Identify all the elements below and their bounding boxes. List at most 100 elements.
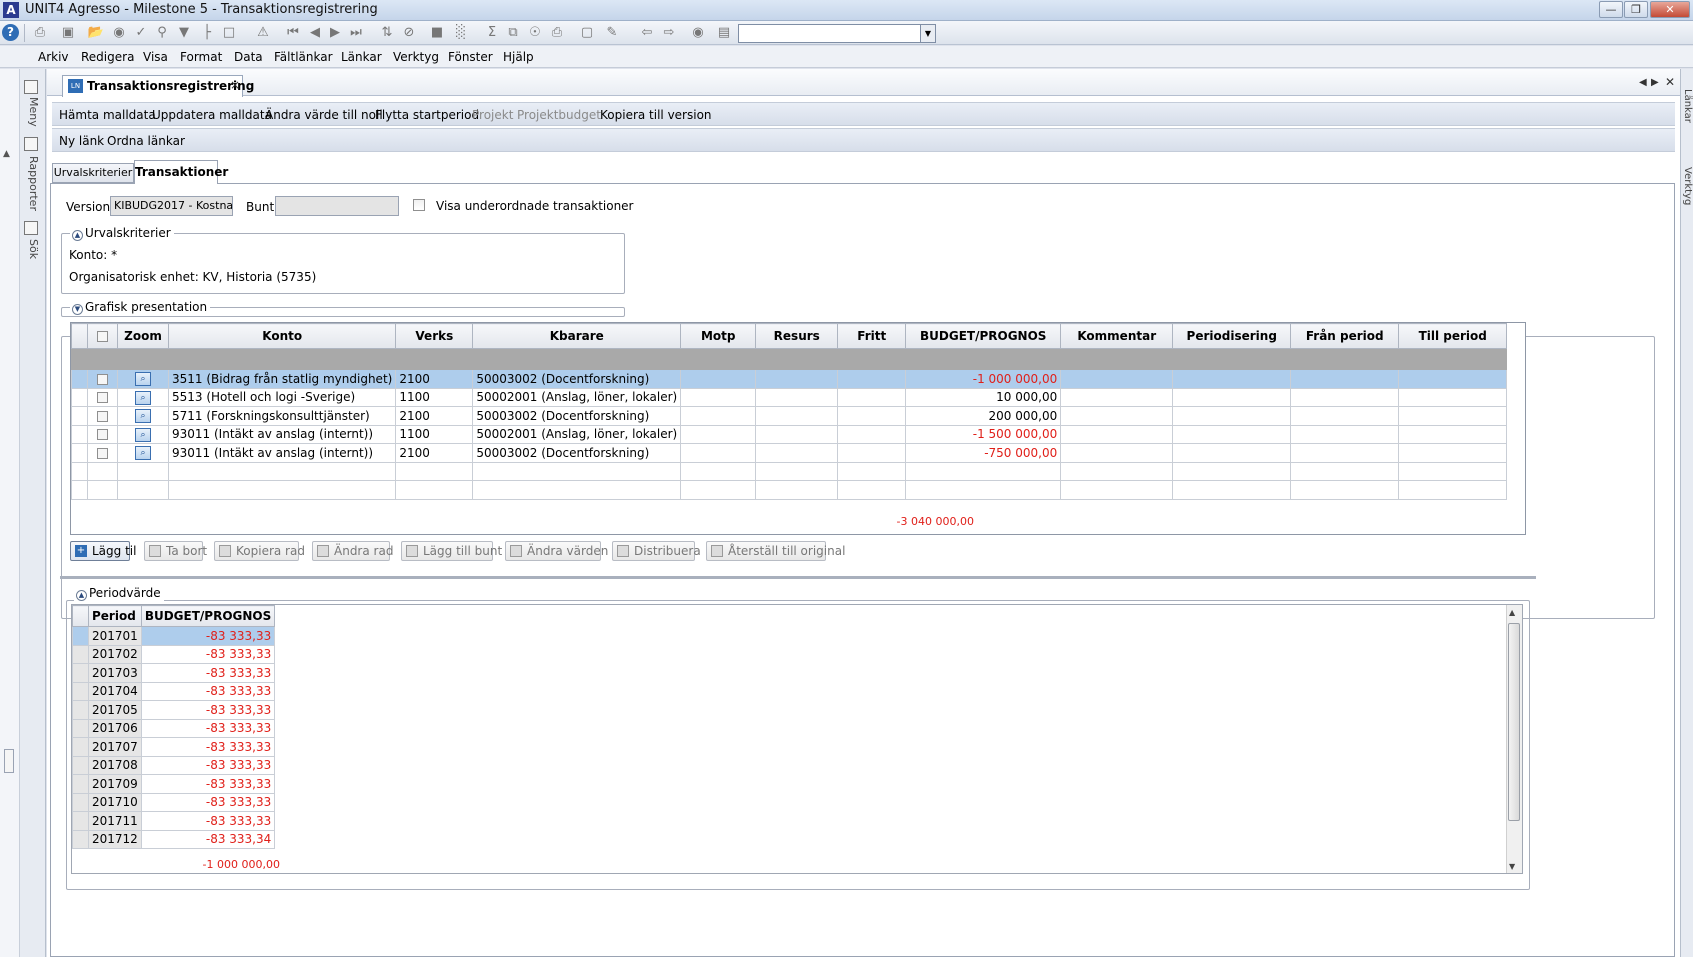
action-flytta-startperiod[interactable]: Flytta startperiod <box>375 108 479 122</box>
col-verks[interactable]: Verks <box>395 323 474 349</box>
version-field[interactable]: KIBUDG2017 - Kostna <box>110 196 233 216</box>
konto-cell[interactable]: 5513 (Hotell och logi -Sverige) <box>167 387 397 407</box>
menu-visa[interactable]: Visa <box>143 50 168 64</box>
row-header[interactable] <box>71 406 88 426</box>
menu-format[interactable]: Format <box>180 50 222 64</box>
konto-cell[interactable]: 93011 (Intäkt av anslag (internt)) <box>167 443 397 463</box>
search-icon[interactable]: ⚲ <box>153 24 171 42</box>
help-icon[interactable]: ? <box>2 24 19 41</box>
table-row[interactable]: ⌕ 5513 (Hotell och logi -Sverige) 1100 5000… <box>71 387 1508 407</box>
zoom-cell[interactable]: ⌕ <box>117 424 169 444</box>
period-row-header[interactable] <box>72 829 89 849</box>
side-tab-lankar[interactable]: Länkar <box>1681 89 1693 123</box>
printer2-icon[interactable]: ⎙ <box>548 24 566 42</box>
select-all-checkbox-cell[interactable] <box>87 323 118 349</box>
col-periodisering[interactable]: Periodisering <box>1172 323 1292 349</box>
action-kopiera-till-version[interactable]: Kopiera till version <box>600 108 712 122</box>
side-tab-sok[interactable]: Sök <box>22 239 40 259</box>
kbarare-cell[interactable]: 50003002 (Docentforskning) <box>472 443 682 463</box>
tree-icon[interactable]: ├ <box>198 24 216 42</box>
period-value-cell[interactable]: -83 333,33 <box>140 755 276 775</box>
period-value-cell[interactable]: -83 333,34 <box>140 829 276 849</box>
period-row-header[interactable] <box>72 644 89 664</box>
fritt-cell[interactable] <box>837 443 907 463</box>
empty-cell[interactable] <box>472 480 682 500</box>
zoom-icon[interactable]: ⌕ <box>135 446 151 460</box>
col-kommentar[interactable]: Kommentar <box>1060 323 1174 349</box>
period-row-header[interactable] <box>72 774 89 794</box>
empty-cell[interactable] <box>837 480 907 500</box>
action-projektbudget[interactable]: Projektbudget <box>517 108 601 122</box>
period-value-cell[interactable]: -83 333,33 <box>140 774 276 794</box>
period-row-header[interactable] <box>72 681 89 701</box>
side-tab-rapporter[interactable]: Rapporter <box>22 156 40 211</box>
row-checkbox-cell[interactable] <box>87 443 118 463</box>
period-row-header[interactable] <box>72 755 89 775</box>
period-value-cell[interactable]: -83 333,33 <box>140 663 276 683</box>
next-icon[interactable]: ▶ <box>326 24 344 42</box>
toolbar-combo[interactable]: ▼ <box>738 24 936 43</box>
table-row[interactable]: ⌕ 3511 (Bidrag från statlig myndighet) 210… <box>71 369 1508 389</box>
show-sub-transactions-checkbox[interactable] <box>413 199 425 211</box>
action-ordna-lankar[interactable]: Ordna länkar <box>107 134 185 148</box>
scrollbar-thumb[interactable] <box>1508 623 1520 821</box>
period-row-header[interactable] <box>72 811 89 831</box>
till-period-cell[interactable] <box>1398 424 1508 444</box>
empty-cell[interactable] <box>167 480 397 500</box>
kbarare-cell[interactable]: 50003002 (Docentforskning) <box>472 369 682 389</box>
zoom-icon[interactable]: ⌕ <box>135 390 151 405</box>
record-stop-icon[interactable]: ■ <box>428 24 446 42</box>
fran-period-cell[interactable] <box>1290 424 1400 444</box>
period-row[interactable]: 201702 -83 333,33 <box>72 644 276 664</box>
restore-icon[interactable]: ❐ <box>1624 1 1648 18</box>
period-row[interactable]: 201712 -83 333,34 <box>72 829 276 849</box>
motp-cell[interactable] <box>680 443 757 463</box>
search-panel-icon[interactable] <box>24 221 38 235</box>
menu-hjalp[interactable]: Hjälp <box>503 50 534 64</box>
add-batch-button[interactable]: Lägg till bunt <box>401 541 502 561</box>
empty-cell[interactable] <box>472 461 682 481</box>
motp-cell[interactable] <box>680 406 757 426</box>
col-till-period[interactable]: Till period <box>1398 323 1508 349</box>
delete-button[interactable]: Ta bort <box>144 541 207 561</box>
action-projekt[interactable]: Projekt <box>472 108 513 122</box>
empty-cell[interactable] <box>755 461 839 481</box>
empty-cell[interactable] <box>1060 461 1174 481</box>
stop-icon[interactable]: ⊘ <box>400 24 418 42</box>
collapse-icon[interactable]: ▲ <box>76 590 87 601</box>
menu-lankar[interactable]: Länkar <box>341 50 382 64</box>
fran-period-cell[interactable] <box>1290 406 1400 426</box>
period-value-cell[interactable]: -83 333,33 <box>140 681 276 701</box>
last-icon[interactable]: ⏭ <box>347 24 365 42</box>
row-checkbox-cell[interactable] <box>87 369 118 389</box>
periodisering-cell[interactable] <box>1172 443 1292 463</box>
menu-fonster[interactable]: Fönster <box>448 50 493 64</box>
verks-cell[interactable]: 2100 <box>395 369 474 389</box>
row-checkbox-cell[interactable] <box>87 406 118 426</box>
periodisering-cell[interactable] <box>1172 369 1292 389</box>
record-icon[interactable]: ◉ <box>689 24 707 42</box>
till-period-cell[interactable] <box>1398 387 1508 407</box>
period-row[interactable]: 201704 -83 333,33 <box>72 681 276 701</box>
action-uppdatera-malldata[interactable]: Uppdatera malldata <box>152 108 272 122</box>
empty-cell[interactable] <box>117 461 169 481</box>
empty-cell[interactable] <box>1172 480 1292 500</box>
periodisering-cell[interactable] <box>1172 387 1292 407</box>
row-checkbox-cell[interactable] <box>87 424 118 444</box>
screen-icon[interactable]: ▢ <box>578 24 596 42</box>
fritt-cell[interactable] <box>837 424 907 444</box>
empty-cell[interactable] <box>1398 461 1508 481</box>
till-period-cell[interactable] <box>1398 369 1508 389</box>
zoom-cell[interactable]: ⌕ <box>117 443 169 463</box>
row-checkbox[interactable] <box>97 373 108 385</box>
zoom-icon[interactable]: ⌕ <box>135 427 151 442</box>
fritt-cell[interactable] <box>837 406 907 426</box>
row-checkbox[interactable] <box>97 447 108 459</box>
kommentar-cell[interactable] <box>1060 369 1174 389</box>
period-value-cell[interactable]: -83 333,33 <box>140 737 276 757</box>
expand-icon[interactable]: ▼ <box>72 304 83 315</box>
tab-scroll-right-icon[interactable]: ▶ <box>1651 77 1659 88</box>
period-value-cell[interactable]: -83 333,33 <box>140 811 276 831</box>
collapse-icon[interactable]: ▲ <box>72 230 83 241</box>
fritt-cell[interactable] <box>837 369 907 389</box>
